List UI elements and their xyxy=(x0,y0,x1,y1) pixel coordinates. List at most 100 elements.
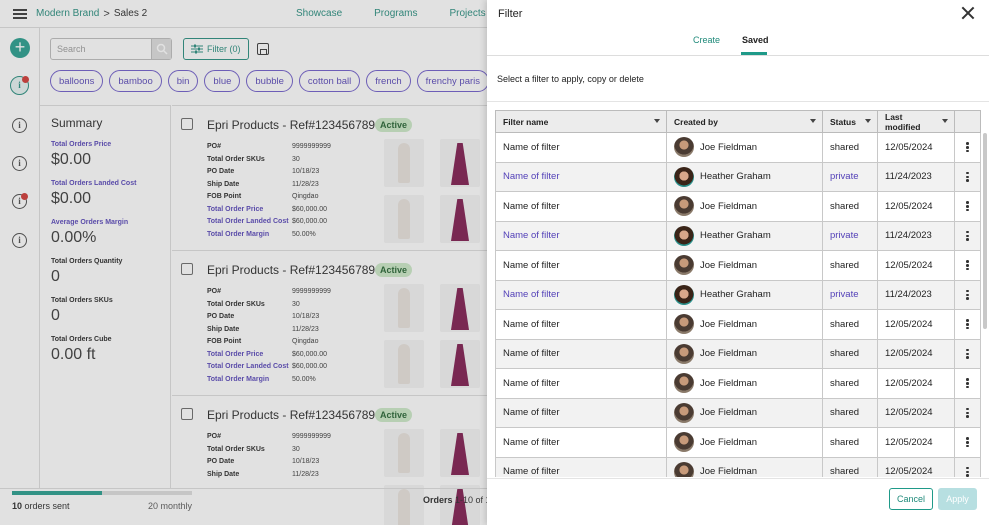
apply-button[interactable]: Apply xyxy=(938,488,977,510)
filter-row[interactable]: Name of filter Joe Fieldman shared 12/05/20… xyxy=(495,250,981,281)
table-scrollbar[interactable] xyxy=(983,133,987,329)
last-modified-cell: 12/05/2024 xyxy=(877,309,955,340)
created-by-cell: Joe Fieldman xyxy=(666,427,823,458)
caret-down-icon[interactable] xyxy=(810,119,816,123)
creator-name: Joe Fieldman xyxy=(700,348,758,360)
filter-name-cell[interactable]: Name of filter xyxy=(495,161,667,192)
more-vertical-icon[interactable] xyxy=(962,318,973,330)
saved-filters-table: Filter name Created by Status Last modif… xyxy=(495,110,981,477)
more-vertical-icon[interactable] xyxy=(962,466,973,477)
filter-name-cell[interactable]: Name of filter xyxy=(495,309,667,340)
creator-name: Joe Fieldman xyxy=(700,141,758,153)
filter-panel: Filter Create Saved Select a filter to a… xyxy=(487,0,989,525)
avatar xyxy=(674,284,694,305)
column-label: Status xyxy=(830,116,856,127)
filter-row[interactable]: Name of filter Heather Graham private 11/24… xyxy=(495,220,981,251)
filter-name-cell[interactable]: Name of filter xyxy=(495,132,667,163)
divider xyxy=(487,478,989,479)
filter-row[interactable]: Name of filter Joe Fieldman shared 12/05/20… xyxy=(495,397,981,428)
status-cell: private xyxy=(822,279,878,310)
column-header-created-by[interactable]: Created by xyxy=(666,110,823,133)
row-actions-cell xyxy=(954,456,981,477)
column-header-filter-name[interactable]: Filter name xyxy=(495,110,667,133)
filter-row[interactable]: Name of filter Heather Graham private 11/24… xyxy=(495,161,981,192)
modal-overlay[interactable] xyxy=(0,0,487,525)
close-icon[interactable] xyxy=(961,6,975,20)
created-by-cell: Joe Fieldman xyxy=(666,456,823,477)
last-modified-cell: 12/05/2024 xyxy=(877,427,955,458)
column-header-actions xyxy=(954,110,981,133)
avatar xyxy=(674,225,694,246)
filter-row[interactable]: Name of filter Joe Fieldman shared 12/05/20… xyxy=(495,132,981,163)
divider xyxy=(487,101,989,102)
caret-down-icon[interactable] xyxy=(654,119,660,123)
more-vertical-icon[interactable] xyxy=(962,407,973,419)
filter-row[interactable]: Name of filter Joe Fieldman shared 12/05/20… xyxy=(495,368,981,399)
created-by-cell: Joe Fieldman xyxy=(666,250,823,281)
filter-name-cell[interactable]: Name of filter xyxy=(495,250,667,281)
status-cell: shared xyxy=(822,397,878,428)
more-vertical-icon[interactable] xyxy=(962,348,973,360)
filter-name-cell[interactable]: Name of filter xyxy=(495,427,667,458)
column-label: Last modified xyxy=(885,111,921,132)
filter-row[interactable]: Name of filter Joe Fieldman shared 12/05/20… xyxy=(495,456,981,477)
panel-hint: Select a filter to apply, copy or delete xyxy=(497,74,644,84)
column-label: Filter name xyxy=(503,116,549,127)
creator-name: Joe Fieldman xyxy=(700,318,758,330)
row-actions-cell xyxy=(954,132,981,163)
column-header-status[interactable]: Status xyxy=(822,110,878,133)
avatar xyxy=(674,166,694,187)
column-header-last-modified[interactable]: Last modified xyxy=(877,110,955,133)
avatar xyxy=(674,432,694,453)
more-vertical-icon[interactable] xyxy=(962,171,973,183)
row-actions-cell xyxy=(954,427,981,458)
tab-saved[interactable]: Saved xyxy=(742,35,769,45)
created-by-cell: Joe Fieldman xyxy=(666,338,823,369)
row-actions-cell xyxy=(954,338,981,369)
avatar xyxy=(674,343,694,364)
filter-row[interactable]: Name of filter Joe Fieldman shared 12/05/20… xyxy=(495,191,981,222)
tab-create[interactable]: Create xyxy=(693,35,720,45)
row-actions-cell xyxy=(954,309,981,340)
status-cell: shared xyxy=(822,250,878,281)
more-vertical-icon[interactable] xyxy=(962,141,973,153)
status-cell: shared xyxy=(822,132,878,163)
created-by-cell: Joe Fieldman xyxy=(666,132,823,163)
avatar xyxy=(674,196,694,217)
filter-name-cell[interactable]: Name of filter xyxy=(495,456,667,477)
creator-name: Heather Graham xyxy=(700,230,771,242)
row-actions-cell xyxy=(954,161,981,192)
row-actions-cell xyxy=(954,191,981,222)
filter-name-cell[interactable]: Name of filter xyxy=(495,368,667,399)
more-vertical-icon[interactable] xyxy=(962,200,973,212)
filter-name-cell[interactable]: Name of filter xyxy=(495,338,667,369)
more-vertical-icon[interactable] xyxy=(962,289,973,301)
filter-row[interactable]: Name of filter Joe Fieldman shared 12/05/20… xyxy=(495,309,981,340)
creator-name: Joe Fieldman xyxy=(700,407,758,419)
row-actions-cell xyxy=(954,220,981,251)
status-cell: shared xyxy=(822,191,878,222)
cancel-button[interactable]: Cancel xyxy=(889,488,933,510)
filter-name-cell[interactable]: Name of filter xyxy=(495,397,667,428)
last-modified-cell: 11/24/2023 xyxy=(877,279,955,310)
creator-name: Joe Fieldman xyxy=(700,436,758,448)
caret-down-icon[interactable] xyxy=(865,119,871,123)
more-vertical-icon[interactable] xyxy=(962,436,973,448)
created-by-cell: Joe Fieldman xyxy=(666,309,823,340)
filter-row[interactable]: Name of filter Joe Fieldman shared 12/05/20… xyxy=(495,338,981,369)
avatar xyxy=(674,402,694,423)
filter-name-cell[interactable]: Name of filter xyxy=(495,279,667,310)
row-actions-cell xyxy=(954,397,981,428)
more-vertical-icon[interactable] xyxy=(962,230,973,242)
status-cell: shared xyxy=(822,338,878,369)
filter-name-cell[interactable]: Name of filter xyxy=(495,220,667,251)
filter-row[interactable]: Name of filter Joe Fieldman shared 12/05/20… xyxy=(495,427,981,458)
caret-down-icon[interactable] xyxy=(942,119,948,123)
more-vertical-icon[interactable] xyxy=(962,259,973,271)
row-actions-cell xyxy=(954,279,981,310)
last-modified-cell: 12/05/2024 xyxy=(877,368,955,399)
filter-name-cell[interactable]: Name of filter xyxy=(495,191,667,222)
row-actions-cell xyxy=(954,250,981,281)
more-vertical-icon[interactable] xyxy=(962,377,973,389)
filter-row[interactable]: Name of filter Heather Graham private 11/24… xyxy=(495,279,981,310)
